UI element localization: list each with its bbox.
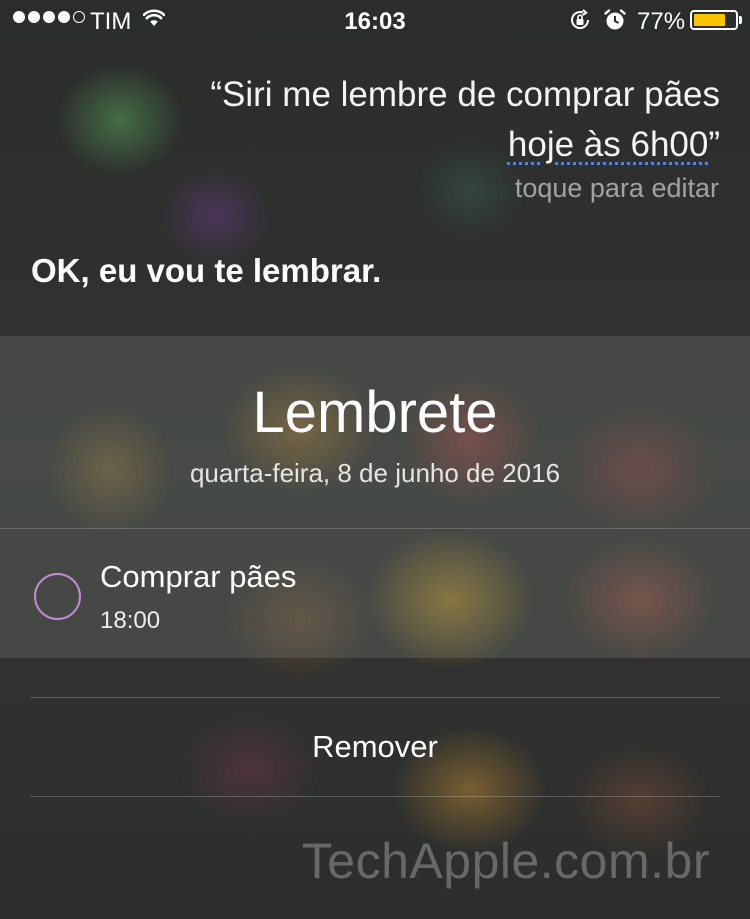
tap-to-edit-hint[interactable]: toque para editar: [515, 173, 719, 204]
query-text: “Siri me lembre de comprar pães: [210, 75, 720, 114]
query-close-quote: ”: [708, 125, 720, 164]
siri-response-text: OK, eu vou te lembrar.: [31, 252, 382, 289]
alarm-icon: [604, 9, 626, 30]
card-date: quarta-feira, 8 de junho de 2016: [189, 458, 561, 488]
reminder-time: 18:00: [100, 607, 161, 634]
reminder-title: Comprar pães: [100, 559, 297, 594]
remove-button[interactable]: Remover: [30, 698, 720, 796]
card-title: Lembrete: [252, 380, 498, 445]
battery-percentage: 77%: [637, 8, 686, 35]
battery-level-fill: [694, 14, 725, 26]
divider: [30, 796, 720, 797]
reminder-item[interactable]: Comprar pães 18:00: [0, 529, 750, 658]
battery-terminal: [739, 16, 742, 24]
watermark: TechApple.com.br: [301, 833, 710, 889]
status-bar: TIM 16:03 77%: [0, 0, 750, 40]
reminder-card[interactable]: Lembrete quarta-feira, 8 de junho de 201…: [0, 336, 750, 658]
battery-icon: [690, 10, 738, 30]
query-time-phrase: hoje às 6h00: [507, 125, 709, 164]
orientation-lock-icon: [571, 9, 589, 29]
siri-user-query[interactable]: “Siri me lembre de comprar pães hoje às …: [80, 70, 720, 170]
reminder-checkbox-icon[interactable]: [34, 573, 81, 620]
